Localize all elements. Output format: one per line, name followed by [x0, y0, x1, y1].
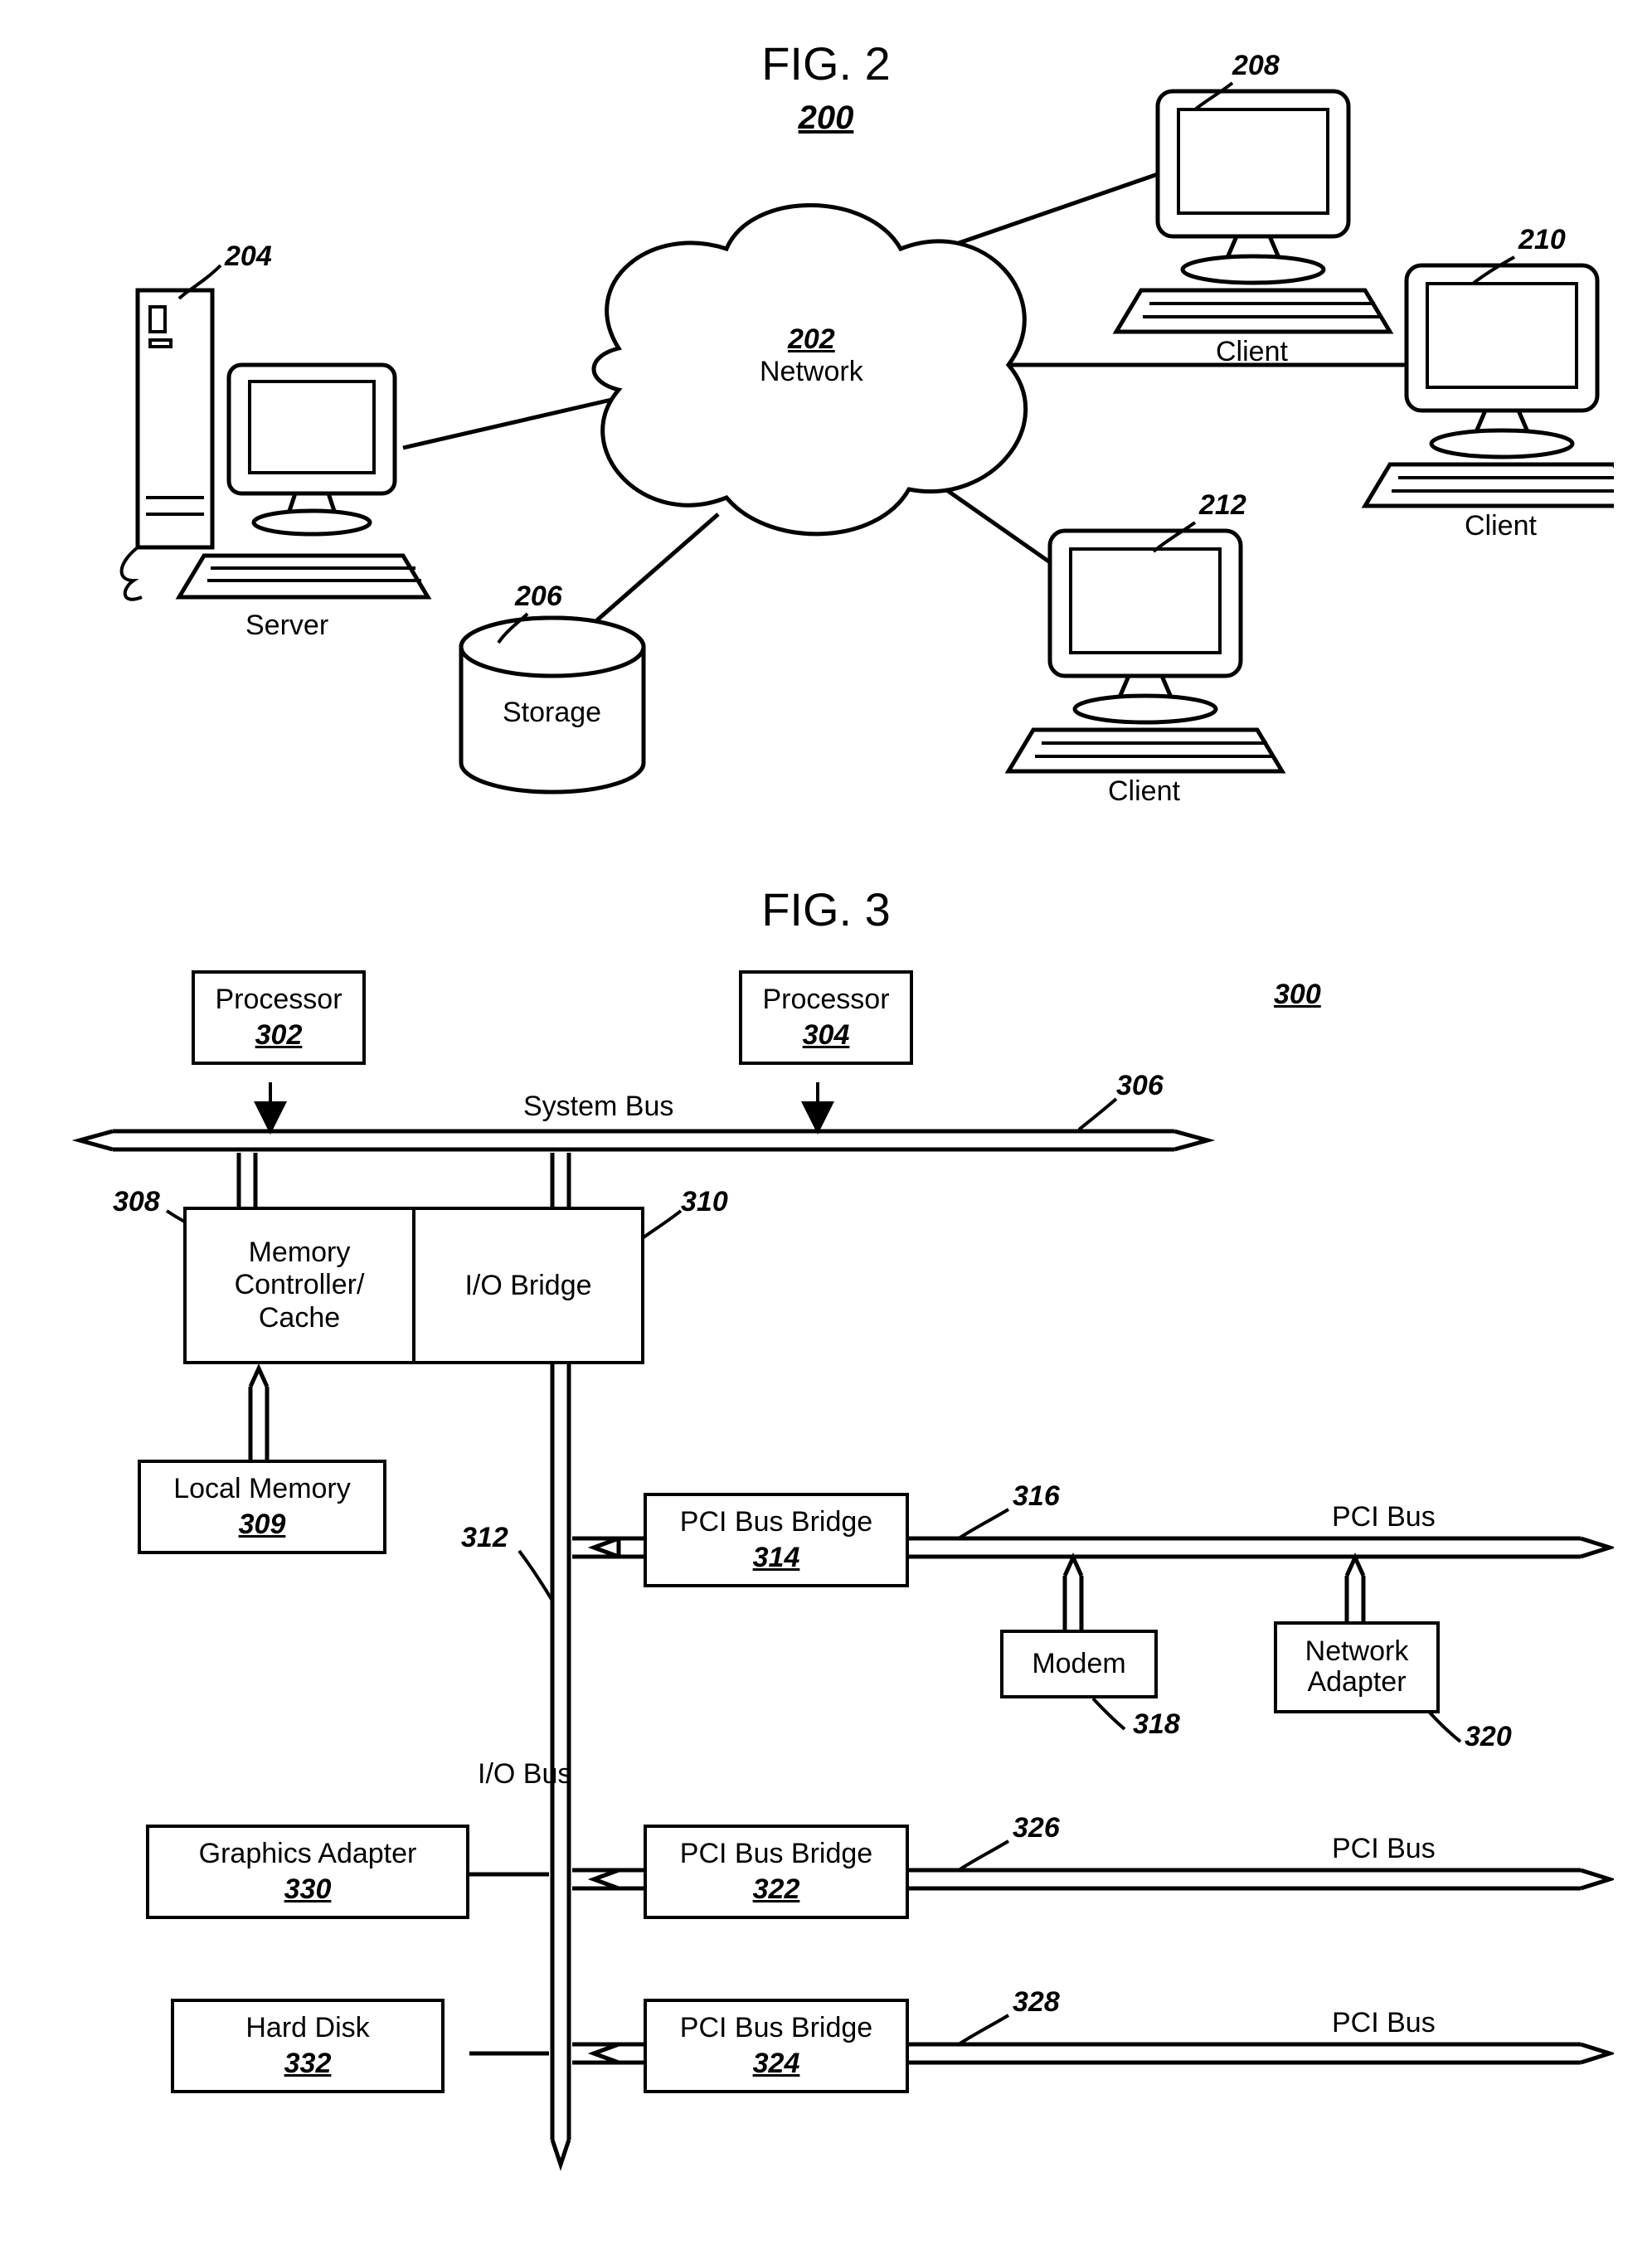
pcibus2-label: PCI Bus: [1332, 1833, 1436, 1865]
pci-bridge-2: PCI Bus Bridge 322: [644, 1825, 909, 1919]
mem-controller: Memory Controller/ Cache: [183, 1207, 415, 1364]
graphics-adapter-label: Graphics Adapter: [199, 1838, 417, 1870]
local-memory-label: Local Memory: [173, 1473, 351, 1505]
server-icon: [122, 290, 428, 600]
pci-bridge-3-num: 324: [753, 2048, 800, 2080]
memctrl-num: 308: [113, 1186, 160, 1218]
iobus-num: 312: [461, 1522, 508, 1554]
client3-num: 212: [1199, 489, 1246, 522]
pci-bus-1: [909, 1538, 1610, 1557]
server-label: Server: [245, 610, 328, 642]
client3-label: Client: [1108, 775, 1180, 808]
modem-num: 318: [1133, 1708, 1180, 1741]
client1-label: Client: [1216, 336, 1288, 368]
system-bus-num: 306: [1116, 1070, 1164, 1102]
graphics-adapter: Graphics Adapter 330: [146, 1825, 469, 1919]
modem-label: Modem: [1032, 1648, 1125, 1680]
processor-2: Processor 304: [739, 970, 913, 1065]
client2-icon: [1365, 265, 1614, 506]
processor-2-num: 304: [803, 1019, 850, 1052]
graphics-adapter-num: 330: [284, 1873, 332, 1906]
pci-bridge-2-num: 322: [753, 1873, 800, 1906]
modem: Modem: [1000, 1630, 1158, 1698]
network-adapter-label: Network Adapter: [1284, 1636, 1430, 1698]
client2-label: Client: [1465, 510, 1537, 542]
pcibus3-num: 328: [1013, 1986, 1060, 2019]
client2-num: 210: [1518, 224, 1566, 256]
figure-2: FIG. 2 200: [38, 33, 1614, 863]
server-num: 204: [225, 241, 272, 273]
processor-1: Processor 302: [192, 970, 366, 1065]
processor-1-label: Processor: [215, 984, 342, 1016]
io-bridge-label: I/O Bridge: [464, 1270, 591, 1302]
system-bus: [80, 1131, 1207, 1149]
iobridge-num: 310: [681, 1186, 728, 1218]
pci-bridge-2-label: PCI Bus Bridge: [680, 1838, 872, 1870]
netadapter-num: 320: [1465, 1721, 1512, 1753]
pcibus2-num: 326: [1013, 1812, 1060, 1844]
modem-link: [1065, 1557, 1081, 1630]
pci-bridge-3: PCI Bus Bridge 324: [644, 1999, 909, 2093]
network-label: Network: [760, 356, 863, 388]
pcibus1-num: 316: [1013, 1480, 1060, 1513]
pci-bus-2: [909, 1870, 1610, 1888]
mem-controller-label: Memory Controller/ Cache: [202, 1237, 397, 1334]
iobus-label: I/O Bus: [478, 1758, 571, 1791]
network-num: 202: [760, 323, 863, 356]
pcibus3-label: PCI Bus: [1332, 2007, 1436, 2039]
pci-bridge-1: PCI Bus Bridge 314: [644, 1493, 909, 1587]
pci-bridge-3-label: PCI Bus Bridge: [680, 2012, 872, 2044]
processor-2-label: Processor: [762, 984, 889, 1016]
localmem-link: [250, 1368, 267, 1460]
hard-disk-label: Hard Disk: [245, 2012, 369, 2044]
fig2-canvas: [38, 33, 1614, 863]
figure-3: FIG. 3: [38, 879, 1614, 2173]
pci-bridge-1-label: PCI Bus Bridge: [680, 1506, 872, 1538]
local-memory: Local Memory 309: [138, 1460, 386, 1554]
processor-1-num: 302: [255, 1019, 303, 1052]
network-block: 202 Network: [760, 323, 863, 388]
storage-num: 206: [515, 581, 562, 613]
local-memory-num: 309: [239, 1509, 286, 1541]
fig3-number: 300: [1274, 979, 1321, 1011]
hard-disk-num: 332: [284, 2048, 332, 2080]
storage-label: Storage: [503, 697, 601, 729]
pci-bus-3: [909, 2044, 1610, 2063]
pci-bridge-1-num: 314: [753, 1542, 800, 1574]
client1-icon: [1116, 91, 1390, 332]
io-bridge: I/O Bridge: [412, 1207, 644, 1364]
system-bus-label: System Bus: [523, 1091, 673, 1123]
pcibus1-label: PCI Bus: [1332, 1501, 1436, 1533]
client3-icon: [1008, 531, 1282, 771]
netadapter-link: [1347, 1557, 1363, 1630]
hard-disk: Hard Disk 332: [171, 1999, 445, 2093]
network-adapter: Network Adapter: [1274, 1621, 1440, 1713]
client1-num: 208: [1232, 50, 1280, 82]
